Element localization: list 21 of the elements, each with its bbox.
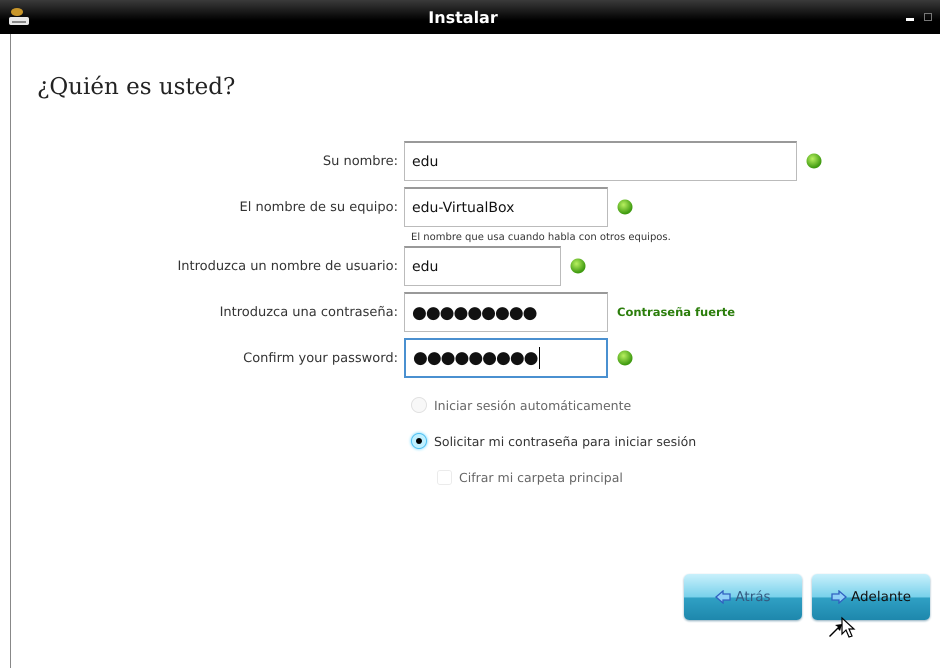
field-label: Su nombre: bbox=[322, 154, 399, 168]
nav-button[interactable]: Adelante bbox=[812, 574, 930, 620]
field-label: Introduzca un nombre de usuario: bbox=[176, 258, 399, 274]
password-strength: Contraseña fuerte bbox=[617, 305, 736, 319]
right-arrow-icon bbox=[830, 590, 847, 604]
input-field[interactable]: ●●●●●●●●● bbox=[404, 292, 608, 332]
page-heading: ¿Quién es usted? bbox=[36, 73, 236, 100]
input-field[interactable]: edu bbox=[404, 246, 561, 286]
radio-button[interactable] bbox=[411, 433, 427, 449]
maximize-icon[interactable] bbox=[924, 13, 932, 21]
drive-icon bbox=[8, 7, 30, 27]
field-hint: El nombre que usa cuando habla con otros equipos. bbox=[411, 232, 671, 243]
input-field[interactable]: ●●●●●●●●● bbox=[404, 338, 608, 378]
field-label: El nombre de su equipo: bbox=[238, 200, 399, 214]
option-label[interactable]: Solicitar mi contraseña para iniciar sesión bbox=[434, 434, 696, 448]
left-arrow-icon bbox=[715, 590, 732, 604]
input-field[interactable]: edu bbox=[404, 141, 797, 181]
field-label: Introduzca una contraseña: bbox=[218, 304, 399, 320]
window-title: Instalar bbox=[427, 8, 499, 26]
field-label: Confirm your password: bbox=[242, 350, 399, 366]
input-field[interactable]: edu-VirtualBox bbox=[404, 187, 608, 227]
